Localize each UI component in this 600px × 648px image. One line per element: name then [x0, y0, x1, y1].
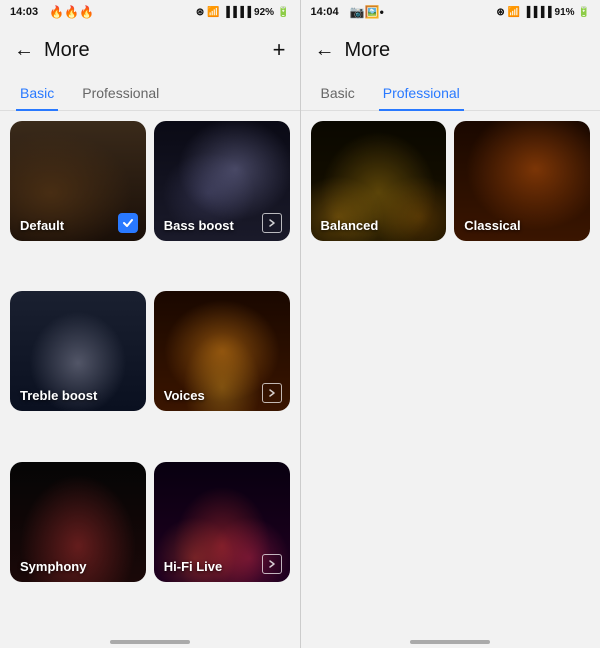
battery-icon-right: 🔋	[578, 7, 590, 18]
header-right: ← More	[301, 24, 600, 76]
item-bass-boost[interactable]: Bass boost	[154, 121, 290, 241]
back-button-left[interactable]: ←	[14, 39, 34, 62]
scroll-indicator-right	[410, 640, 490, 644]
check-badge-default	[118, 213, 138, 233]
tab-professional-left[interactable]: Professional	[78, 77, 163, 111]
bluetooth-icon: ⊛	[196, 7, 204, 18]
item-balanced-label: Balanced	[321, 218, 379, 233]
scroll-indicator-left	[110, 640, 190, 644]
item-symphony[interactable]: Symphony	[10, 462, 146, 582]
battery-right: 91%	[555, 7, 575, 18]
status-icons-right: 📷🖼️•	[350, 5, 384, 19]
battery-icon-left: 🔋	[277, 7, 289, 18]
grid-left: Default Bass boost Treble boost Voices	[0, 111, 300, 634]
time-left: 14:03	[10, 6, 38, 18]
item-balanced[interactable]: Balanced	[311, 121, 447, 241]
item-classical[interactable]: Classical	[454, 121, 590, 241]
expand-icon-bass	[262, 213, 282, 233]
item-treble-boost[interactable]: Treble boost	[10, 291, 146, 411]
back-button-right[interactable]: ←	[315, 39, 335, 62]
battery-left: 92%	[254, 7, 274, 18]
tab-basic-left[interactable]: Basic	[16, 77, 58, 111]
wifi-icon-right: 📶	[508, 7, 520, 18]
signal-icon-right: ▐▐▐▐	[523, 7, 551, 18]
left-panel: 14:03 🔥🔥🔥 ⊛ 📶 ▐▐▐▐ 92% 🔋 ← More + Basic …	[0, 0, 300, 648]
expand-icon-voices	[262, 383, 282, 403]
item-default[interactable]: Default	[10, 121, 146, 241]
expand-icon-hifi	[262, 554, 282, 574]
status-bar-left: 14:03 🔥🔥🔥 ⊛ 📶 ▐▐▐▐ 92% 🔋	[0, 0, 300, 24]
tab-basic-right[interactable]: Basic	[317, 77, 359, 111]
tab-professional-right[interactable]: Professional	[379, 77, 464, 111]
item-hifi-live[interactable]: Hi-Fi Live	[154, 462, 290, 582]
tabs-right: Basic Professional	[301, 76, 600, 111]
item-default-label: Default	[20, 218, 64, 233]
status-icons-left: 🔥🔥🔥	[49, 5, 94, 19]
right-panel: 14:04 📷🖼️• ⊛ 📶 ▐▐▐▐ 91% 🔋 ← More Basic P…	[301, 0, 600, 648]
item-bass-label: Bass boost	[164, 218, 234, 233]
time-right: 14:04	[311, 6, 339, 18]
item-treble-label: Treble boost	[20, 388, 97, 403]
header-left: ← More +	[0, 24, 300, 76]
tabs-left: Basic Professional	[0, 76, 300, 111]
page-title-left: More	[44, 39, 90, 62]
add-button-left[interactable]: +	[273, 37, 286, 63]
item-classical-label: Classical	[464, 218, 520, 233]
item-hifi-label: Hi-Fi Live	[164, 559, 223, 574]
status-time-right: 14:04 📷🖼️•	[311, 5, 384, 19]
bluetooth-icon-right: ⊛	[496, 7, 504, 18]
header-left-group: ← More	[14, 39, 90, 62]
header-right-group: ← More	[315, 39, 391, 62]
status-right-left: ⊛ 📶 ▐▐▐▐ 92% 🔋	[196, 7, 290, 18]
status-right-right: ⊛ 📶 ▐▐▐▐ 91% 🔋	[496, 7, 590, 18]
item-symphony-label: Symphony	[20, 559, 86, 574]
wifi-icon: 📶	[207, 7, 219, 18]
status-bar-right: 14:04 📷🖼️• ⊛ 📶 ▐▐▐▐ 91% 🔋	[301, 0, 600, 24]
status-time-left: 14:03 🔥🔥🔥	[10, 5, 94, 19]
item-voices[interactable]: Voices	[154, 291, 290, 411]
item-voices-label: Voices	[164, 388, 205, 403]
signal-icon: ▐▐▐▐	[223, 7, 251, 18]
page-title-right: More	[345, 39, 391, 62]
grid-right: Balanced Classical	[301, 111, 600, 634]
